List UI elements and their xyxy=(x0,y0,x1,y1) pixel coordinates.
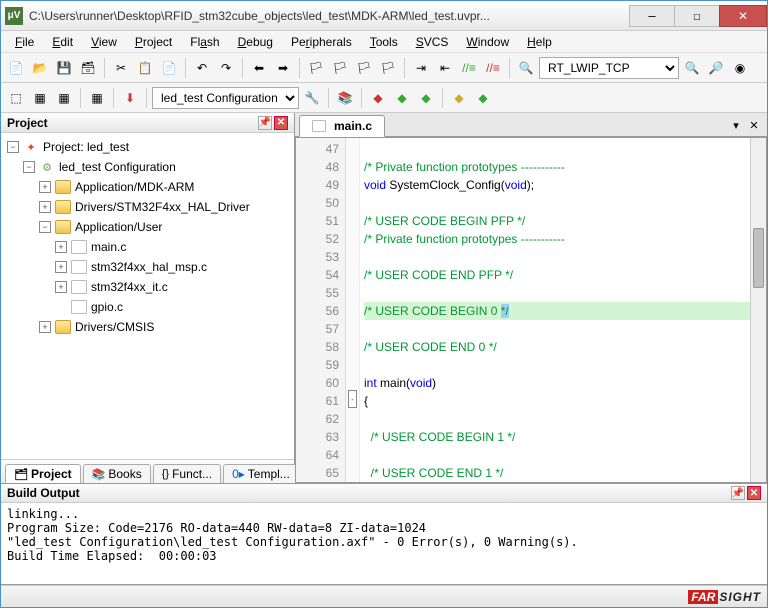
bookmark-prev-icon[interactable]: 🏳 xyxy=(329,57,351,79)
statusbar: FARSIGHT xyxy=(1,585,767,607)
main-area: Project 📌 ✕ −✦Project: led_test −⚙led_te… xyxy=(1,113,767,483)
menu-tools[interactable]: Tools xyxy=(362,33,406,51)
brand-logo: FARSIGHT xyxy=(688,589,761,604)
tree-group-appuser[interactable]: −Application/User xyxy=(1,217,294,237)
undo-icon[interactable]: ↶ xyxy=(191,57,213,79)
manage-components-icon[interactable]: ◆ xyxy=(448,87,470,109)
pack-installer-icon[interactable]: ◆ xyxy=(472,87,494,109)
panel-close-icon[interactable]: ✕ xyxy=(274,116,288,130)
tree-config[interactable]: −⚙led_test Configuration xyxy=(1,157,294,177)
config-select[interactable]: led_test Configuration xyxy=(152,87,299,109)
tree-file-halmsp[interactable]: +stm32f4xx_hal_msp.c xyxy=(1,257,294,277)
menu-svcs[interactable]: SVCS xyxy=(408,33,457,51)
project-tree[interactable]: −✦Project: led_test −⚙led_test Configura… xyxy=(1,133,294,459)
cut-icon[interactable]: ✂ xyxy=(110,57,132,79)
manage-rtos-icon[interactable]: ◆ xyxy=(367,87,389,109)
tree-group-cmsis[interactable]: +Drivers/CMSIS xyxy=(1,317,294,337)
open-icon[interactable]: 📂 xyxy=(29,57,51,79)
app-icon: μV xyxy=(5,7,23,25)
menu-view[interactable]: View xyxy=(83,33,125,51)
bookmark-next-icon[interactable]: 🏳 xyxy=(353,57,375,79)
scrollbar-thumb[interactable] xyxy=(753,228,764,288)
copy-icon[interactable]: 📋 xyxy=(134,57,156,79)
titlebar: μV C:\Users\runner\Desktop\RFID_stm32cub… xyxy=(1,1,767,31)
tree-group-haldriver[interactable]: +Drivers/STM32F4xx_HAL_Driver xyxy=(1,197,294,217)
nav-fwd-icon[interactable]: ➡ xyxy=(272,57,294,79)
build-close-icon[interactable]: ✕ xyxy=(747,486,761,500)
editor-tab-main[interactable]: main.c xyxy=(299,115,385,137)
menu-edit[interactable]: Edit xyxy=(44,33,81,51)
code-editor[interactable]: 47484950515253545556575859606162636465 -… xyxy=(295,137,767,483)
btab-templates[interactable]: 0▸Templ... xyxy=(223,464,299,483)
find-icon[interactable]: 🔍 xyxy=(515,57,537,79)
menu-project[interactable]: Project xyxy=(127,33,180,51)
rebuild-icon[interactable]: ▦ xyxy=(53,87,75,109)
menubar: File Edit View Project Flash Debug Perip… xyxy=(1,31,767,53)
batch-build-icon[interactable]: ▦ xyxy=(86,87,108,109)
save-all-icon[interactable]: 🗃 xyxy=(77,57,99,79)
paste-icon[interactable]: 📄 xyxy=(158,57,180,79)
bookmark-icon[interactable]: 🏳 xyxy=(305,57,327,79)
btab-project[interactable]: 🗂 Project xyxy=(5,464,81,483)
nav-back-icon[interactable]: ⬅ xyxy=(248,57,270,79)
btab-functions[interactable]: {} Funct... xyxy=(153,464,221,483)
tree-root[interactable]: −✦Project: led_test xyxy=(1,137,294,157)
project-bottom-tabs: 🗂 Project 📚 Books {} Funct... 0▸Templ... xyxy=(1,459,294,483)
outdent-icon[interactable]: ⇤ xyxy=(434,57,456,79)
editor-tabbar: main.c ▾ ✕ xyxy=(295,113,767,137)
menu-file[interactable]: File xyxy=(7,33,42,51)
menu-help[interactable]: Help xyxy=(519,33,560,51)
maximize-button[interactable]: ☐ xyxy=(674,5,720,27)
debug-start-icon[interactable]: 🔎 xyxy=(705,57,727,79)
tree-file-it[interactable]: +stm32f4xx_it.c xyxy=(1,277,294,297)
build-pin-icon[interactable]: 📌 xyxy=(731,486,745,500)
minimize-button[interactable]: — xyxy=(629,5,675,27)
indent-icon[interactable]: ⇥ xyxy=(410,57,432,79)
manage-packs-icon[interactable]: ◆ xyxy=(391,87,413,109)
manage-books-icon[interactable]: 📚 xyxy=(334,87,356,109)
redo-icon[interactable]: ↷ xyxy=(215,57,237,79)
build-output-header: Build Output 📌 ✕ xyxy=(1,483,767,503)
project-panel-title: Project xyxy=(7,116,48,130)
fold-column[interactable]: - xyxy=(346,138,360,482)
menu-flash[interactable]: Flash xyxy=(182,33,227,51)
download-icon[interactable]: ⬇ xyxy=(119,87,141,109)
toolbar-main: 📄 📂 💾 🗃 ✂ 📋 📄 ↶ ↷ ⬅ ➡ 🏳 🏳 🏳 🏳 ⇥ ⇤ //≡ //… xyxy=(1,53,767,83)
menu-window[interactable]: Window xyxy=(458,33,517,51)
tab-close-icon[interactable]: ✕ xyxy=(747,118,761,132)
new-file-icon[interactable]: 📄 xyxy=(5,57,27,79)
uncomment-icon[interactable]: //≡ xyxy=(482,57,504,79)
vertical-scrollbar[interactable] xyxy=(750,138,766,482)
line-number-gutter: 47484950515253545556575859606162636465 xyxy=(296,138,346,482)
target-select[interactable]: RT_LWIP_TCP xyxy=(539,57,679,79)
tree-group-mdkarm[interactable]: +Application/MDK-ARM xyxy=(1,177,294,197)
build-icon[interactable]: ▦ xyxy=(29,87,51,109)
comment-icon[interactable]: //≡ xyxy=(458,57,480,79)
build-output-text[interactable]: linking... Program Size: Code=2176 RO-da… xyxy=(1,503,767,585)
btab-books[interactable]: 📚 Books xyxy=(83,464,151,483)
editor-area: main.c ▾ ✕ 47484950515253545556575859606… xyxy=(295,113,767,483)
close-button[interactable]: ✕ xyxy=(719,5,767,27)
project-panel: Project 📌 ✕ −✦Project: led_test −⚙led_te… xyxy=(1,113,295,483)
project-panel-header: Project 📌 ✕ xyxy=(1,113,294,133)
find-in-files-icon[interactable]: 🔍 xyxy=(681,57,703,79)
menu-peripherals[interactable]: Peripherals xyxy=(283,33,360,51)
breakpoint-icon[interactable]: ◉ xyxy=(729,57,751,79)
select-packs-icon[interactable]: ◆ xyxy=(415,87,437,109)
panel-pin-icon[interactable]: 📌 xyxy=(258,116,272,130)
tree-file-main[interactable]: +main.c xyxy=(1,237,294,257)
code-content[interactable]: /* Private function prototypes ---------… xyxy=(360,138,750,482)
translate-icon[interactable]: ⬚ xyxy=(5,87,27,109)
window-title: C:\Users\runner\Desktop\RFID_stm32cube_o… xyxy=(29,9,630,23)
tab-dropdown-icon[interactable]: ▾ xyxy=(729,118,743,132)
toolbar-build: ⬚ ▦ ▦ ▦ ⬇ led_test Configuration 🔧 📚 ◆ ◆… xyxy=(1,83,767,113)
tree-file-gpio[interactable]: gpio.c xyxy=(1,297,294,317)
build-output-title: Build Output xyxy=(7,486,80,500)
menu-debug[interactable]: Debug xyxy=(230,33,281,51)
save-icon[interactable]: 💾 xyxy=(53,57,75,79)
options-target-icon[interactable]: 🔧 xyxy=(301,87,323,109)
bookmark-clear-icon[interactable]: 🏳 xyxy=(377,57,399,79)
